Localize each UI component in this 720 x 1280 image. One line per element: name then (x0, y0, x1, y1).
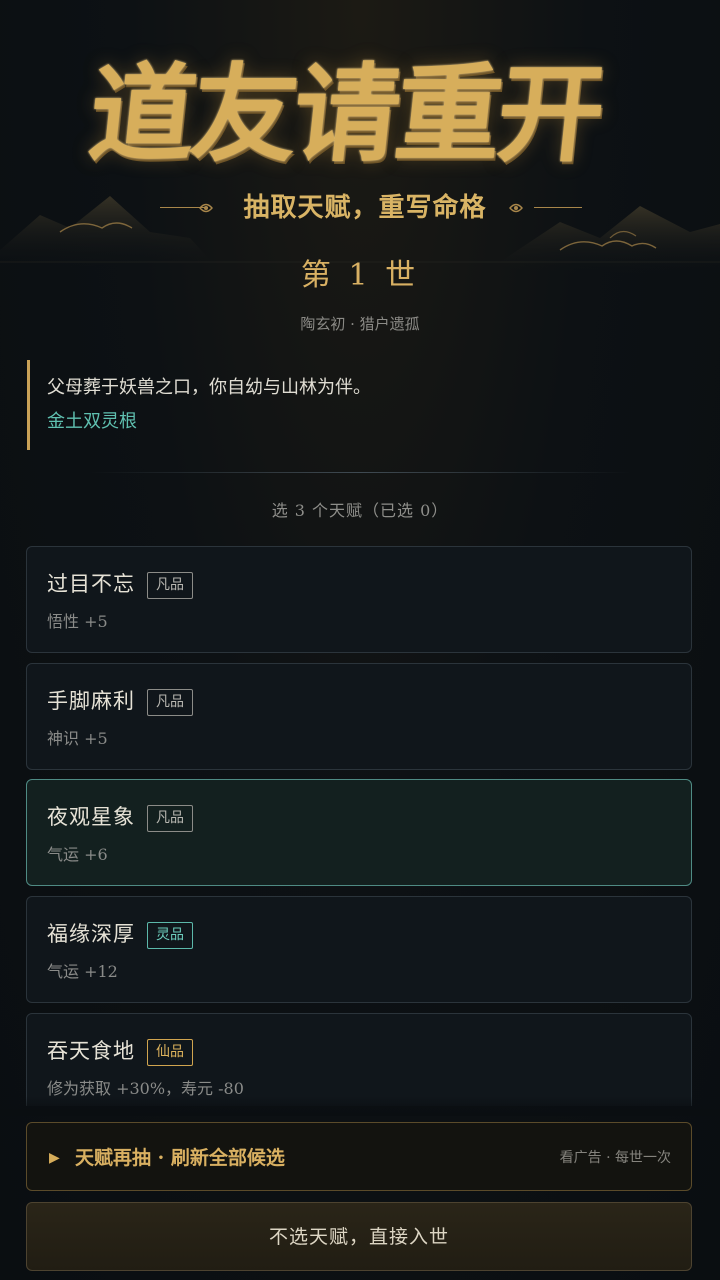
talent-card[interactable]: 手脚麻利 凡品 神识 +5 (26, 663, 692, 770)
ornament-line-right (534, 207, 582, 208)
spirit-root: 金土双灵根 (47, 411, 137, 432)
list-fade (0, 1096, 720, 1116)
cloud-scroll-icon (199, 203, 213, 213)
backstory-text: 父母葬于妖兽之口，你自幼与山林为伴。 (47, 377, 371, 398)
grade-badge: 凡品 (147, 572, 193, 599)
talent-card[interactable]: 过目不忘 凡品 悟性 +5 (26, 546, 692, 653)
game-subtitle: 抽取天赋，重写命格 (243, 193, 487, 223)
grade-badge: 凡品 (147, 805, 193, 832)
talent-name: 过目不忘 (47, 572, 135, 596)
selection-hint: 选 3 个天赋（已选 0） (271, 501, 449, 520)
talent-effect: 气运 +12 (47, 962, 118, 981)
skip-talents-button[interactable]: 不选天赋，直接入世 (26, 1202, 692, 1271)
subtitle-row: 抽取天赋，重写命格 (0, 188, 720, 228)
talent-name: 夜观星象 (47, 805, 135, 829)
talent-card[interactable]: 吞天食地 仙品 修为获取 +30%，寿元 -80 (26, 1013, 692, 1106)
talent-card[interactable]: 福缘深厚 灵品 气运 +12 (26, 896, 692, 1003)
talent-name: 吞天食地 (47, 1039, 135, 1063)
reroll-talents-button[interactable]: ▶ 天赋再抽 · 刷新全部候选 看广告 · 每世一次 (26, 1122, 692, 1191)
reroll-ad-note: 看广告 · 每世一次 (559, 1150, 671, 1166)
talent-list[interactable]: 过目不忘 凡品 悟性 +5 手脚麻利 凡品 神识 +5 夜观星象 凡品 气运 +… (26, 546, 692, 1106)
talent-effect: 神识 +5 (47, 729, 108, 748)
talent-effect: 悟性 +5 (47, 612, 108, 631)
talent-effect: 气运 +6 (47, 845, 108, 864)
grade-badge: 灵品 (147, 922, 193, 949)
talent-name: 福缘深厚 (47, 922, 135, 946)
game-title: 道友请重开 (83, 51, 607, 176)
backstory-block: 父母葬于妖兽之口，你自幼与山林为伴。 金土双灵根 (27, 360, 667, 450)
reroll-label: 天赋再抽 · 刷新全部候选 (75, 1147, 285, 1169)
grade-badge: 凡品 (147, 689, 193, 716)
grade-badge: 仙品 (147, 1039, 193, 1066)
talent-draw-screen: 道友请重开 抽取天赋，重写命格 第 1 世 陶玄初 · 猎户遗孤 父母葬于妖兽之… (0, 0, 720, 1280)
talent-name: 手脚麻利 (47, 689, 135, 713)
talent-card[interactable]: 夜观星象 凡品 气运 +6 (26, 779, 692, 886)
play-triangle-icon: ▶ (49, 1150, 60, 1166)
life-number: 第 1 世 (300, 258, 420, 293)
divider (90, 472, 630, 473)
title-banner: 道友请重开 抽取天赋，重写命格 (0, 0, 720, 290)
cloud-scroll-icon (509, 203, 523, 213)
character-identity: 陶玄初 · 猎户遗孤 (300, 315, 420, 333)
